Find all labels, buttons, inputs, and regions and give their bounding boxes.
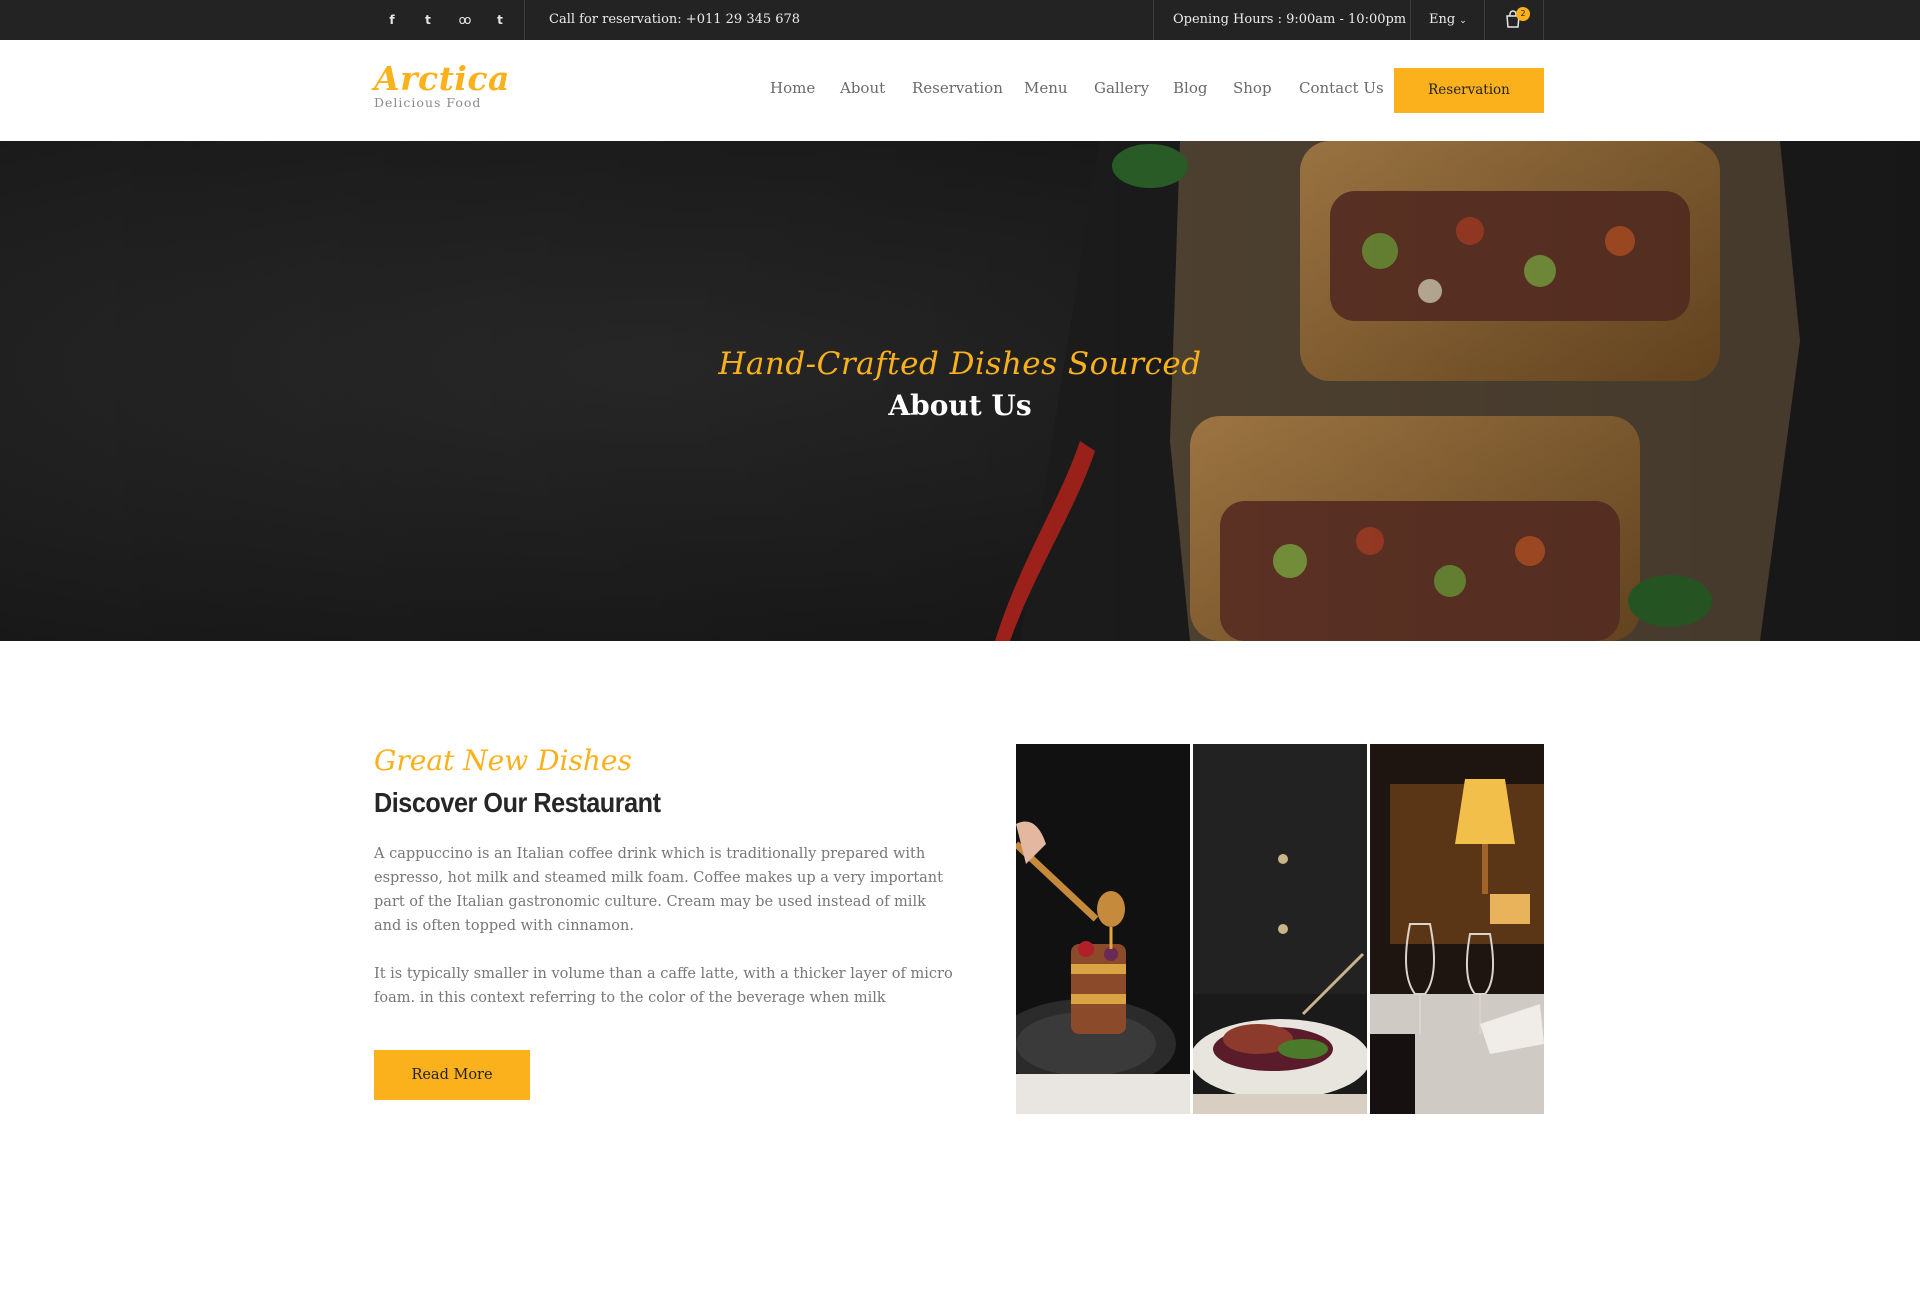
- social-links: f t oo t: [374, 0, 518, 40]
- nav-menu[interactable]: Menu: [1024, 79, 1068, 97]
- top-bar: f t oo t Call for reservation: +011 29 3…: [0, 0, 1920, 40]
- nav-home[interactable]: Home: [770, 79, 815, 97]
- read-more-button[interactable]: Read More: [374, 1050, 530, 1100]
- restaurant-gallery: [1016, 744, 1544, 1114]
- main-nav: Home About Reservation Menu Gallery Blog…: [0, 40, 1920, 141]
- hero-subtitle: Hand-Crafted Dishes Sourced: [718, 346, 1202, 382]
- topbar-divider: [524, 0, 525, 40]
- reservation-phone: Call for reservation: +011 29 345 678: [549, 12, 801, 27]
- gallery-image-chef: [1193, 744, 1367, 1114]
- nav-contact-us[interactable]: Contact Us: [1299, 79, 1384, 97]
- gallery-image-dining: [1370, 744, 1544, 1114]
- tripadvisor-icon[interactable]: oo: [446, 0, 482, 40]
- gallery-image-dessert: [1016, 744, 1190, 1114]
- tumblr-icon[interactable]: t: [482, 0, 518, 40]
- nav-gallery[interactable]: Gallery: [1094, 79, 1149, 97]
- language-label: Eng: [1429, 12, 1456, 27]
- nav-reservation[interactable]: Reservation: [912, 79, 1003, 97]
- cart-button[interactable]: 2: [1503, 7, 1530, 33]
- topbar-divider: [1484, 0, 1485, 40]
- about-section: Great New Dishes Discover Our Restaurant…: [0, 641, 1920, 1306]
- topbar-divider: [1410, 0, 1411, 40]
- twitter-icon[interactable]: t: [410, 0, 446, 40]
- nav-blog[interactable]: Blog: [1173, 79, 1207, 97]
- opening-hours: Opening Hours : 9:00am - 10:00pm: [1173, 12, 1407, 27]
- topbar-divider: [1543, 0, 1544, 40]
- nav-about[interactable]: About: [840, 79, 885, 97]
- section-kicker: Great New Dishes: [374, 744, 632, 777]
- nav-shop[interactable]: Shop: [1233, 79, 1272, 97]
- topbar-divider: [1153, 0, 1154, 40]
- chevron-down-icon: ⌄: [1459, 16, 1467, 26]
- facebook-icon[interactable]: f: [374, 0, 410, 40]
- section-heading: Discover Our Restaurant: [374, 787, 661, 818]
- about-paragraph-1: A cappuccino is an Italian coffee drink …: [374, 846, 943, 934]
- reservation-button[interactable]: Reservation: [1394, 68, 1544, 113]
- language-selector[interactable]: Eng ⌄: [1429, 0, 1467, 41]
- site-header: Arctica Delicious Food Home About Reserv…: [0, 40, 1920, 141]
- cart-count-badge: 2: [1516, 7, 1530, 21]
- about-paragraph-2: It is typically smaller in volume than a…: [374, 966, 953, 1006]
- hero-banner: Hand-Crafted Dishes Sourced About Us: [0, 141, 1920, 641]
- page-title: About Us: [888, 389, 1032, 422]
